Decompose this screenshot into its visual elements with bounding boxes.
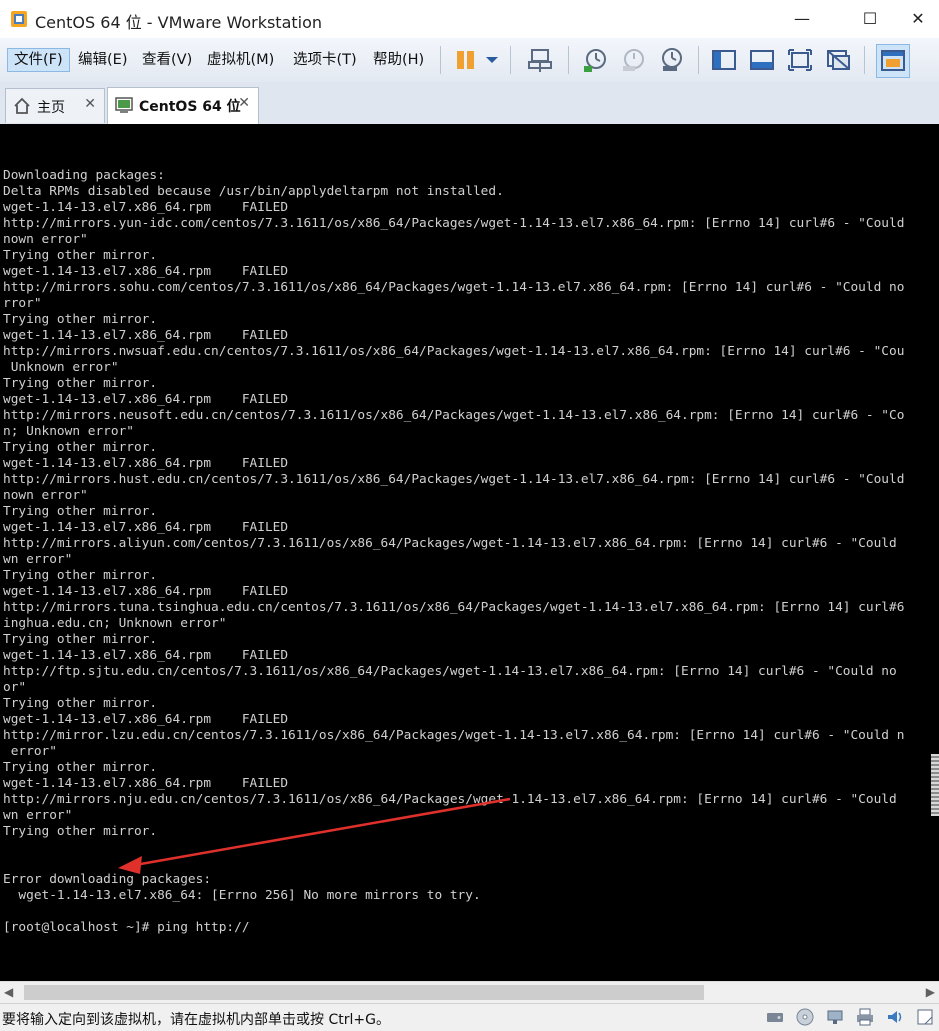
annotation-arrow — [118, 797, 511, 874]
menu-file[interactable]: 文件(F) — [7, 48, 70, 72]
tab-home[interactable]: 主页 ✕ — [5, 88, 105, 123]
tab-home-label: 主页 — [37, 100, 65, 116]
cd-drive-icon[interactable] — [795, 1007, 815, 1027]
tab-home-close-icon[interactable]: ✕ — [84, 96, 96, 112]
network-adapter-icon[interactable] — [825, 1007, 845, 1027]
tab-centos[interactable]: CentOS 64 位 ✕ — [107, 87, 259, 124]
title-bar: CentOS 64 位 - VMware Workstation — ☐ ✕ — [0, 0, 939, 38]
unity-icon[interactable] — [824, 46, 852, 74]
toolbar-separator — [510, 46, 511, 74]
device-icons — [760, 1007, 935, 1029]
window-title: CentOS 64 位 - VMware Workstation — [35, 13, 323, 32]
message-log-icon[interactable] — [915, 1007, 935, 1027]
toolbar-separator — [440, 46, 441, 74]
snapshot-icon[interactable] — [581, 46, 609, 74]
show-library-icon[interactable] — [710, 46, 738, 74]
scrollbar-thumb[interactable] — [24, 985, 704, 1000]
send-ctrl-alt-del-icon[interactable] — [526, 46, 554, 74]
status-bar: 要将输入定向到该虚拟机，请在虚拟机内部单击或按 Ctrl+G。 — [0, 1003, 939, 1031]
toolbar-separator — [568, 46, 569, 74]
maximize-button[interactable]: ☐ — [847, 4, 893, 34]
hard-disk-icon[interactable] — [765, 1007, 785, 1027]
menu-view[interactable]: 查看(V) — [136, 49, 198, 71]
menu-help[interactable]: 帮助(H) — [367, 49, 430, 71]
vmware-app-icon — [11, 11, 27, 27]
tab-bar: 主页 ✕ CentOS 64 位 ✕ — [0, 82, 939, 125]
tab-centos-label: CentOS 64 位 — [139, 99, 241, 115]
home-icon — [14, 97, 30, 114]
vm-console[interactable]: Downloading packages: Delta RPMs disable… — [0, 124, 939, 981]
tab-centos-close-icon[interactable]: ✕ — [238, 95, 250, 111]
toolbar-separator — [864, 46, 865, 74]
chevron-down-icon[interactable] — [478, 46, 498, 74]
snapshot-manager-icon[interactable] — [657, 46, 685, 74]
console-view-icon[interactable] — [876, 44, 910, 78]
menu-edit[interactable]: 编辑(E) — [72, 49, 133, 71]
printer-icon[interactable] — [855, 1007, 875, 1027]
scroll-right-icon[interactable]: ▶ — [926, 985, 935, 999]
status-message: 要将输入定向到该虚拟机，请在虚拟机内部单击或按 Ctrl+G。 — [2, 1012, 390, 1028]
sound-card-icon[interactable] — [885, 1007, 905, 1027]
menu-toolbar: 文件(F) 编辑(E) 查看(V) 虚拟机(M) 选项卡(T) 帮助(H) — [0, 38, 939, 83]
menu-vm[interactable]: 虚拟机(M) — [201, 49, 280, 71]
menu-tabs[interactable]: 选项卡(T) — [287, 49, 363, 71]
full-screen-icon[interactable] — [786, 46, 814, 74]
thumbnail-bar-icon[interactable] — [748, 46, 776, 74]
side-panel-handle[interactable] — [931, 754, 939, 816]
pause-icon[interactable] — [452, 46, 480, 74]
close-button[interactable]: ✕ — [895, 4, 939, 34]
revert-snapshot-icon[interactable] — [619, 46, 647, 74]
horizontal-scrollbar[interactable]: ◀ ▶ — [0, 981, 939, 1004]
scroll-left-icon[interactable]: ◀ — [4, 985, 13, 999]
minimize-button[interactable]: — — [779, 4, 825, 34]
vm-icon — [115, 97, 133, 113]
toolbar-separator — [698, 46, 699, 74]
